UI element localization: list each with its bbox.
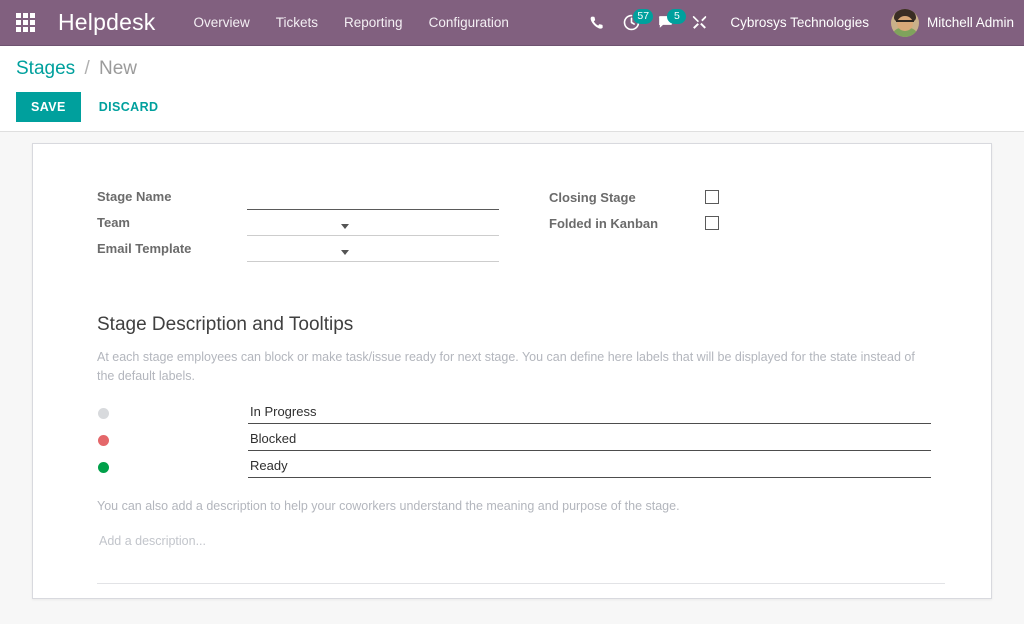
- status-dot-green-icon: [98, 462, 109, 473]
- top-navbar: Helpdesk Overview Tickets Reporting Conf…: [0, 0, 1024, 46]
- messages-button[interactable]: 5: [648, 6, 687, 40]
- breadcrumb-current: New: [99, 58, 138, 79]
- menu-item-configuration[interactable]: Configuration: [429, 15, 509, 30]
- tools-button[interactable]: [682, 6, 716, 40]
- state-label-row-ready: [97, 454, 931, 481]
- legend-input-in-progress[interactable]: [248, 403, 931, 424]
- field-closing-stage: Closing Stage: [549, 184, 931, 210]
- control-panel: Stages / New SAVE DISCARD: [0, 46, 1024, 132]
- phone-button[interactable]: [580, 6, 614, 40]
- user-avatar: [890, 8, 919, 37]
- state-label-row-in-progress: [97, 400, 931, 427]
- section-title-stage-description: Stage Description and Tooltips: [97, 314, 354, 335]
- user-menu[interactable]: Mitchell Admin: [890, 8, 1014, 37]
- apps-grid-icon: [15, 13, 35, 32]
- breadcrumb-separator: /: [84, 58, 90, 79]
- state-label-row-blocked: [97, 427, 931, 454]
- field-stage-name: Stage Name: [97, 184, 549, 210]
- closing-stage-label: Closing Stage: [549, 189, 636, 205]
- form-top-grid: Stage Name Team Email Template Closing S…: [97, 184, 931, 262]
- legend-input-blocked[interactable]: [248, 430, 931, 451]
- menu-item-tickets[interactable]: Tickets: [276, 15, 318, 30]
- main-menu: Overview Tickets Reporting Configuration: [194, 15, 509, 30]
- breadcrumb: Stages / New: [16, 58, 1008, 80]
- stage-form-card: Stage Name Team Email Template Closing S…: [32, 143, 992, 599]
- field-email-template: Email Template: [97, 236, 549, 262]
- stage-name-input[interactable]: [247, 191, 499, 210]
- section-note-text: You can also add a description to help y…: [97, 499, 680, 513]
- breadcrumb-stages-link[interactable]: Stages: [16, 58, 75, 79]
- stage-description-textarea[interactable]: [97, 530, 945, 584]
- state-labels-list: [97, 400, 931, 481]
- closing-stage-checkbox[interactable]: [705, 190, 719, 204]
- team-dropdown-input[interactable]: [247, 217, 499, 236]
- status-dot-red-icon: [98, 435, 109, 446]
- activity-button[interactable]: 57: [614, 6, 654, 40]
- form-right-column: Closing Stage Folded in Kanban: [549, 184, 931, 262]
- menu-item-reporting[interactable]: Reporting: [344, 15, 403, 30]
- apps-menu-button[interactable]: [8, 6, 42, 40]
- email-template-label: Email Template: [97, 241, 192, 256]
- discard-button[interactable]: DISCARD: [87, 92, 171, 122]
- form-left-column: Stage Name Team Email Template: [97, 184, 549, 262]
- folded-in-kanban-label: Folded in Kanban: [549, 215, 659, 231]
- field-folded-in-kanban: Folded in Kanban: [549, 210, 931, 236]
- user-name-label: Mitchell Admin: [926, 15, 1014, 30]
- legend-input-ready[interactable]: [248, 457, 931, 478]
- status-dot-grey-icon: [98, 408, 109, 419]
- navbar-right-section: 57 5 Cybrosys Technologies Mitchell Admi…: [580, 6, 1014, 40]
- field-team: Team: [97, 210, 549, 236]
- page-body: Stage Name Team Email Template Closing S…: [0, 132, 1024, 624]
- company-switcher[interactable]: Cybrosys Technologies: [730, 15, 869, 30]
- app-brand-helpdesk[interactable]: Helpdesk: [58, 9, 156, 36]
- form-action-buttons: SAVE DISCARD: [16, 92, 1008, 122]
- folded-in-kanban-checkbox[interactable]: [705, 216, 719, 230]
- section-help-text: At each stage employees can block or mak…: [97, 350, 915, 383]
- menu-item-overview[interactable]: Overview: [194, 15, 250, 30]
- team-label: Team: [97, 215, 130, 230]
- stage-name-label: Stage Name: [97, 189, 172, 204]
- email-template-dropdown-input[interactable]: [247, 243, 499, 262]
- save-button[interactable]: SAVE: [16, 92, 81, 122]
